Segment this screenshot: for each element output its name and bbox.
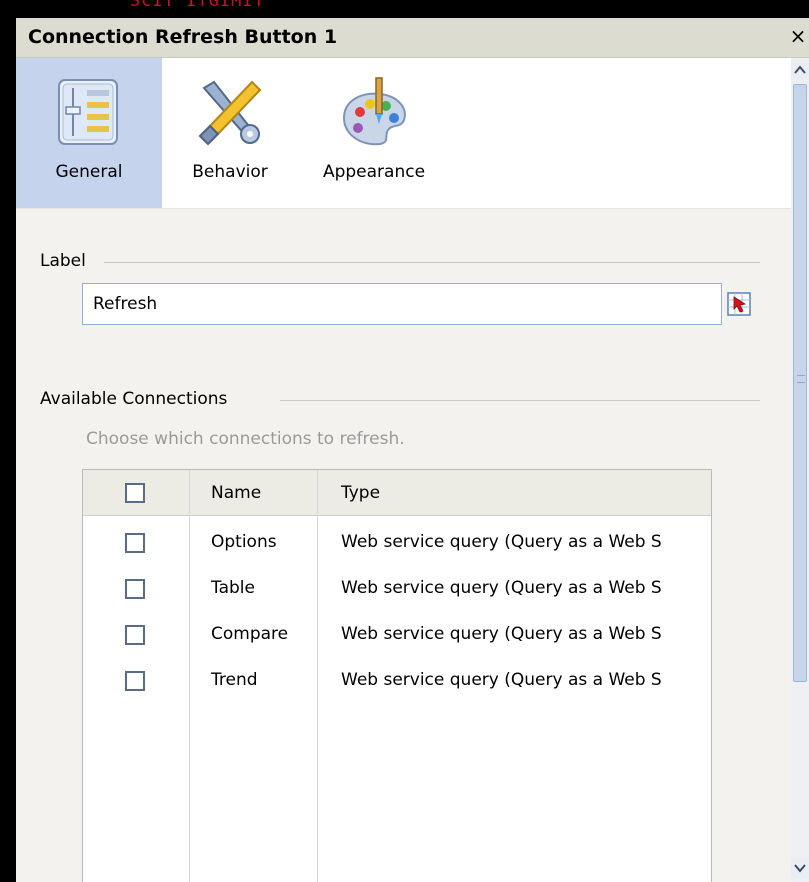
panel-title: Connection Refresh Button 1 xyxy=(28,26,338,48)
properties-panel: Connection Refresh Button 1 × General Be… xyxy=(16,18,809,882)
scroll-up-arrow-icon[interactable] xyxy=(791,60,809,80)
label-section-header: Label xyxy=(40,251,760,273)
connections-section-divider xyxy=(280,400,760,401)
general-tab-content: Label Available Connections Choose which… xyxy=(16,208,791,882)
background-window-strip: ScIT ITGIMIT xyxy=(0,0,809,18)
grid-header-row: Name Type xyxy=(83,470,711,516)
tab-behavior-label: Behavior xyxy=(192,162,268,182)
connection-type: Web service query (Query as a Web S xyxy=(341,532,662,552)
tab-behavior[interactable]: Behavior xyxy=(162,58,298,208)
row-checkbox[interactable] xyxy=(125,579,145,599)
connections-hint: Choose which connections to refresh. xyxy=(86,429,405,449)
tab-general[interactable]: General xyxy=(16,58,162,208)
row-checkbox[interactable] xyxy=(125,533,145,553)
scrollbar-grip-icon xyxy=(797,375,805,383)
tab-appearance[interactable]: Appearance xyxy=(298,58,450,208)
row-checkbox[interactable] xyxy=(125,625,145,645)
tab-appearance-label: Appearance xyxy=(322,162,426,182)
connection-name: Table xyxy=(211,578,255,598)
close-icon[interactable]: × xyxy=(788,24,808,48)
tab-strip: General Behavior Appearance xyxy=(16,58,791,208)
connection-type: Web service query (Query as a Web S xyxy=(341,670,662,690)
palette-icon xyxy=(342,77,406,146)
grid-column-divider xyxy=(189,470,190,882)
panel-title-bar: Connection Refresh Button 1 × xyxy=(16,18,809,58)
row-checkbox[interactable] xyxy=(125,671,145,691)
connection-type: Web service query (Query as a Web S xyxy=(341,624,662,644)
tab-general-label: General xyxy=(55,162,123,182)
connections-section-title: Available Connections xyxy=(40,389,228,409)
label-section-divider xyxy=(104,262,760,263)
label-section-title: Label xyxy=(40,251,86,271)
select-all-checkbox[interactable] xyxy=(125,483,145,503)
label-input[interactable] xyxy=(82,283,722,325)
general-settings-icon xyxy=(58,79,118,145)
connection-type: Web service query (Query as a Web S xyxy=(341,578,662,598)
column-header-name[interactable]: Name xyxy=(211,483,261,503)
background-code-fragment: ScIT ITGIMIT xyxy=(130,0,265,11)
vertical-scrollbar[interactable] xyxy=(791,58,809,882)
tools-icon xyxy=(198,80,262,146)
connection-name: Trend xyxy=(211,670,258,690)
connections-section-header: Available Connections xyxy=(40,389,760,411)
connections-grid: Name Type Options Web service query (Que… xyxy=(82,469,712,882)
scroll-down-arrow-icon[interactable] xyxy=(791,858,809,878)
cell-reference-picker-icon[interactable] xyxy=(727,292,751,316)
connection-name: Options xyxy=(211,532,277,552)
scrollbar-thumb[interactable] xyxy=(793,84,807,682)
column-header-type[interactable]: Type xyxy=(341,483,380,503)
connection-name: Compare xyxy=(211,624,289,644)
grid-column-divider xyxy=(317,470,318,882)
